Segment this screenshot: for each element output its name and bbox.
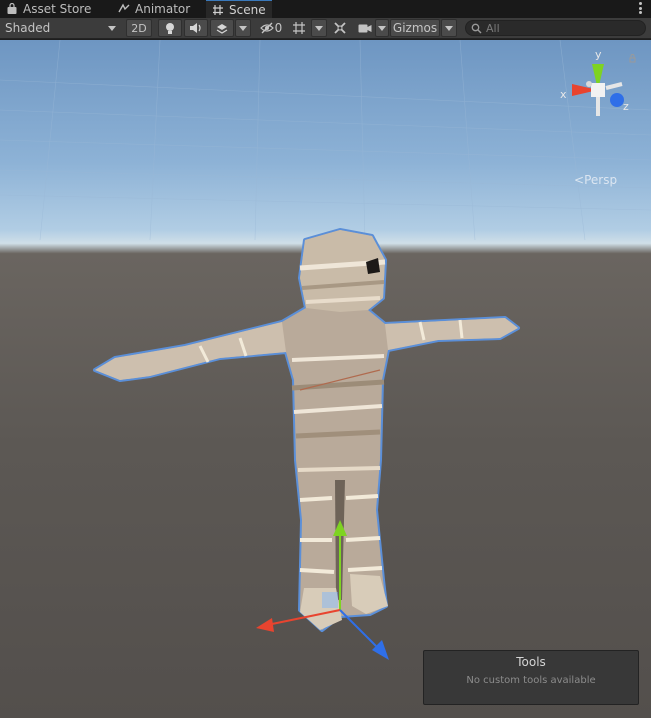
projection-label: Persp xyxy=(584,173,618,187)
lock-icon[interactable] xyxy=(629,54,636,63)
chevron-down-icon xyxy=(239,25,247,31)
bag-icon xyxy=(6,2,18,15)
2d-label: 2D xyxy=(131,21,147,35)
lighting-toggle-button[interactable] xyxy=(158,19,182,37)
chevron-down-icon xyxy=(445,25,453,31)
effects-toggle-button[interactable] xyxy=(210,19,234,37)
tab-animator[interactable]: Animator xyxy=(112,0,196,18)
tab-label: Scene xyxy=(229,2,266,17)
scene-viewport[interactable]: y x z <Persp xyxy=(0,40,651,718)
scene-search-field[interactable] xyxy=(465,20,646,36)
search-icon xyxy=(471,23,482,33)
draw-mode-dropdown[interactable]: Shaded xyxy=(2,19,120,37)
gizmo-z-cone[interactable] xyxy=(610,93,624,107)
tools-toggle-button[interactable] xyxy=(329,19,351,37)
tools-overlay-subtitle: No custom tools available xyxy=(466,675,596,686)
gizmo-x-label: x xyxy=(560,88,567,101)
scene-window: Asset Store Animator Scene Shaded 2D 0 G… xyxy=(0,0,651,718)
scene-render: y x z xyxy=(0,40,651,660)
tools-overlay[interactable]: Tools No custom tools available xyxy=(423,650,639,705)
animator-icon xyxy=(118,3,130,15)
tab-asset-store[interactable]: Asset Store xyxy=(0,0,97,18)
effects-dropdown[interactable] xyxy=(235,19,251,37)
gizmos-label: Gizmos xyxy=(392,21,438,35)
orientation-gizmo[interactable]: y x z xyxy=(560,48,636,116)
eye-slash-icon xyxy=(259,22,274,34)
grid-dropdown[interactable] xyxy=(311,19,327,37)
hidden-count: 0 xyxy=(274,21,283,35)
speaker-icon xyxy=(190,23,201,33)
tab-label: Animator xyxy=(135,2,191,16)
gizmos-button[interactable]: Gizmos xyxy=(390,19,440,37)
hidden-objects-toggle[interactable]: 0 xyxy=(256,19,286,37)
scene-grid-icon xyxy=(212,4,224,16)
tools-overlay-title: Tools xyxy=(516,655,546,669)
draw-mode-label: Shaded xyxy=(5,21,51,35)
audio-toggle-button[interactable] xyxy=(184,19,208,37)
chevron-left-icon: < xyxy=(574,173,585,187)
gizmo-center-cube[interactable] xyxy=(591,83,605,97)
search-input[interactable] xyxy=(482,21,636,35)
grid-toggle-button[interactable] xyxy=(288,19,310,37)
light-bulb-icon xyxy=(166,22,174,34)
gizmo-neg-x[interactable] xyxy=(605,82,623,90)
scene-toolbar: Shaded 2D 0 Gizmos All xyxy=(0,18,651,39)
camera-dropdown[interactable] xyxy=(375,19,389,37)
gizmo-z-label: z xyxy=(623,100,629,113)
camera-settings-button[interactable] xyxy=(355,19,375,37)
gizmo-y-label: y xyxy=(595,48,602,61)
x-axis-handle[interactable] xyxy=(256,618,274,632)
mummy-character xyxy=(93,228,520,632)
chevron-down-icon xyxy=(378,25,386,31)
gizmos-dropdown[interactable] xyxy=(441,19,457,37)
layers-icon xyxy=(216,24,228,34)
sky-grid xyxy=(0,40,651,241)
z-axis-handle[interactable] xyxy=(372,640,389,660)
tab-scene[interactable]: Scene xyxy=(206,0,272,18)
projection-toggle[interactable]: <Persp xyxy=(574,173,617,187)
chevron-down-icon xyxy=(315,25,323,31)
crossed-tools-icon xyxy=(334,22,346,34)
tab-options-kebab-icon[interactable] xyxy=(639,2,643,16)
2d-toggle-button[interactable]: 2D xyxy=(126,19,152,37)
tab-strip: Asset Store Animator Scene xyxy=(0,0,651,18)
tab-label: Asset Store xyxy=(23,2,92,16)
grid-icon xyxy=(293,22,305,34)
plane-handle[interactable] xyxy=(322,592,338,608)
chevron-down-icon xyxy=(108,25,116,31)
camera-icon xyxy=(358,24,372,32)
